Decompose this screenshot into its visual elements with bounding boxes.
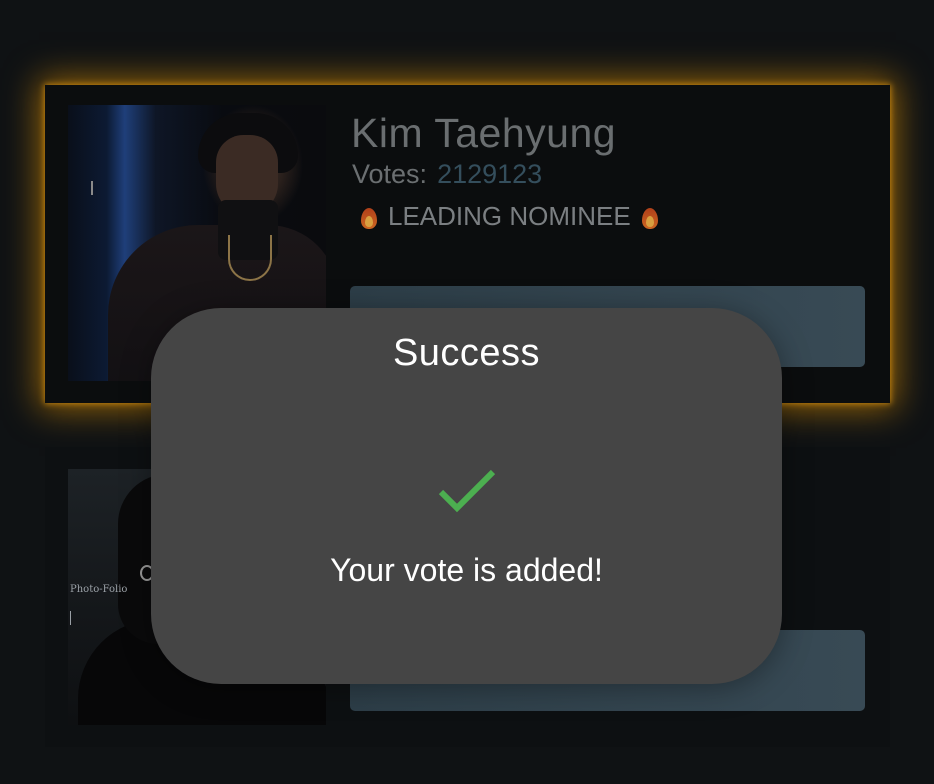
checkmark-icon [438, 469, 496, 513]
votes-label: Votes: [352, 159, 428, 189]
voting-page: Kim Taehyung Votes: 2129123 LEADING NOMIN… [0, 0, 934, 784]
fire-icon [641, 205, 659, 229]
nominee-name: Kim Taehyung [351, 110, 617, 156]
vote-count: Votes: 2129123 [352, 159, 542, 190]
success-dialog[interactable]: Success Your vote is added! [151, 308, 782, 684]
photo-watermark: Photo-Folio [70, 584, 128, 595]
badge-label: LEADING NOMINEE [388, 201, 631, 231]
dialog-message: Your vote is added! [330, 552, 603, 588]
leading-nominee-badge: LEADING NOMINEE [350, 201, 669, 232]
votes-value: 2129123 [437, 159, 543, 189]
dialog-title: Success [392, 332, 541, 374]
fire-icon [360, 205, 378, 229]
